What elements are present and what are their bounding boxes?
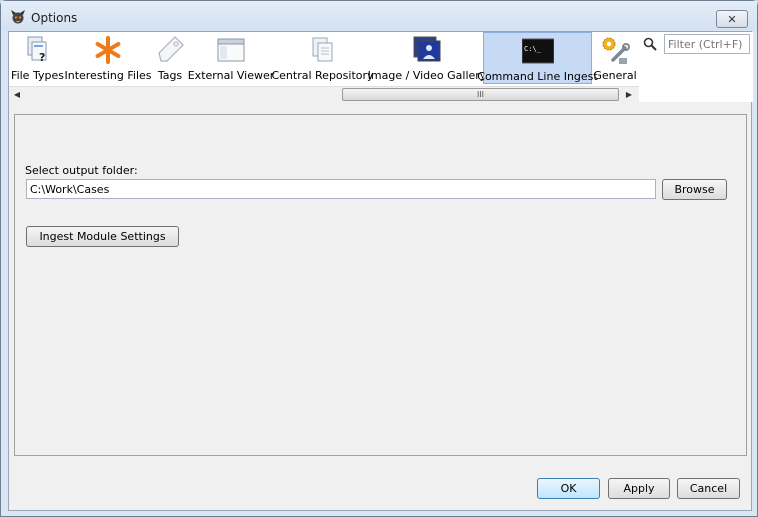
- tab-interesting-files[interactable]: Interesting Files: [64, 32, 152, 84]
- asterisk-icon: [92, 34, 124, 66]
- scroll-right-arrow-icon[interactable]: ▶: [621, 87, 637, 102]
- tabs-horizontal-scrollbar[interactable]: ◀ III ▶: [9, 86, 639, 102]
- cancel-button[interactable]: Cancel: [677, 478, 740, 499]
- ok-button[interactable]: OK: [537, 478, 600, 499]
- documents-icon: [307, 34, 339, 66]
- options-window: Options ✕ ? File Types Interesting Files…: [0, 0, 758, 517]
- close-button[interactable]: ✕: [716, 10, 748, 28]
- tab-general-label: General: [593, 69, 637, 82]
- apply-button[interactable]: Apply: [608, 478, 670, 499]
- terminal-icon: C:\_: [521, 35, 554, 67]
- dialog-client-area: ? File Types Interesting Files Tags Exte…: [8, 31, 753, 511]
- filter-input[interactable]: [664, 34, 750, 54]
- svg-text:?: ?: [39, 51, 45, 64]
- search-icon: [643, 37, 657, 51]
- tab-image-video-gallery[interactable]: Image / Video Gallery: [368, 32, 486, 84]
- tab-tags-label: Tags: [157, 69, 183, 82]
- window-title: Options: [31, 11, 78, 25]
- options-toolbar: ? File Types Interesting Files Tags Exte…: [9, 32, 753, 102]
- window-icon: [215, 34, 247, 66]
- tab-external-viewer[interactable]: External Viewer: [188, 32, 274, 84]
- tab-general[interactable]: General: [593, 32, 637, 84]
- tab-file-types[interactable]: ? File Types: [10, 32, 65, 84]
- tab-tags[interactable]: Tags: [153, 32, 187, 84]
- tab-external-viewer-label: External Viewer: [187, 69, 275, 82]
- tab-file-types-label: File Types: [11, 69, 64, 82]
- tag-icon: [154, 34, 186, 66]
- tab-command-line-ingest-label: Command Line Ingest: [477, 70, 598, 83]
- gears-icon: [599, 34, 631, 66]
- terminal-icon-text: C:\_: [524, 45, 542, 53]
- command-line-ingest-panel: Select output folder: Browse Ingest Modu…: [14, 114, 747, 456]
- tab-central-repository[interactable]: Central Repository: [271, 32, 374, 84]
- output-folder-input[interactable]: [26, 179, 656, 199]
- file-types-icon: ?: [22, 34, 54, 66]
- tab-image-video-gallery-label: Image / Video Gallery: [367, 69, 487, 82]
- output-folder-label: Select output folder:: [25, 164, 138, 177]
- scroll-grip-icon: III: [476, 90, 485, 99]
- tab-interesting-files-label: Interesting Files: [64, 69, 152, 82]
- gallery-icon: [411, 34, 443, 66]
- close-icon: ✕: [727, 12, 737, 26]
- scroll-thumb[interactable]: III: [342, 88, 619, 101]
- browse-button[interactable]: Browse: [662, 179, 727, 200]
- title-bar: Options ✕: [1, 1, 757, 31]
- ingest-module-settings-button[interactable]: Ingest Module Settings: [26, 226, 179, 247]
- tab-command-line-ingest[interactable]: C:\_ Command Line Ingest: [477, 32, 598, 84]
- scroll-left-arrow-icon[interactable]: ◀: [9, 87, 25, 102]
- tab-central-repository-label: Central Repository: [271, 69, 374, 82]
- app-icon: [11, 10, 25, 24]
